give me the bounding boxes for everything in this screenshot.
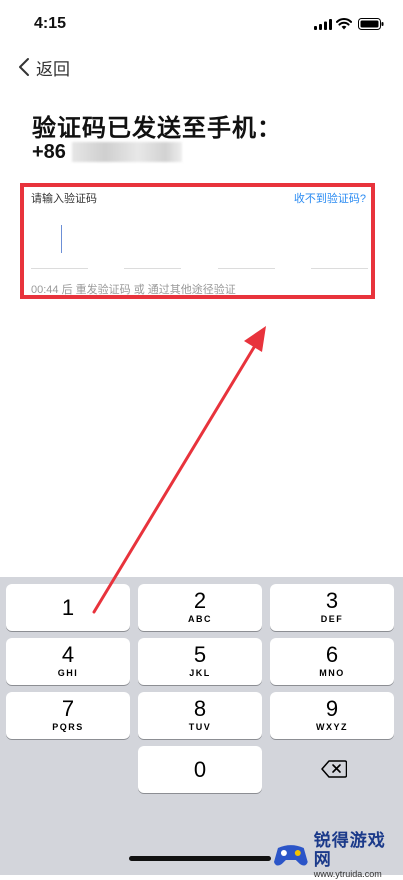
status-bar: 4:15 — [0, 0, 403, 46]
cellular-signal-icon — [314, 19, 332, 30]
watermark: 锐得游戏网 www.ytruida.com — [272, 831, 403, 879]
key-digit: 9 — [325, 696, 339, 721]
key-5[interactable]: 5 JKL — [138, 638, 262, 685]
key-digit: 1 — [61, 595, 75, 620]
backspace-icon — [321, 760, 347, 778]
key-digit: 6 — [325, 642, 339, 667]
key-2[interactable]: 2 ABC — [138, 584, 262, 631]
back-label: 返回 — [36, 59, 70, 79]
phone-number: +86 — [32, 140, 182, 164]
watermark-url: www.ytruida.com — [313, 868, 382, 879]
code-input-label: 请输入验证码 — [31, 193, 97, 205]
key-letters: GHI — [57, 668, 79, 678]
code-digit-slot-1[interactable] — [31, 268, 88, 269]
wifi-icon — [336, 18, 352, 30]
no-code-help-link[interactable]: 收不到验证码? — [294, 190, 366, 206]
chevron-left-icon — [19, 58, 29, 76]
key-digit: 3 — [325, 588, 339, 613]
key-digit: 0 — [193, 757, 207, 782]
key-4[interactable]: 4 GHI — [6, 638, 130, 685]
status-time: 4:15 — [34, 15, 67, 32]
key-8[interactable]: 8 TUV — [138, 692, 262, 739]
key-letters: MNO — [319, 668, 345, 678]
key-digit: 5 — [193, 642, 207, 667]
key-3[interactable]: 3 DEF — [270, 584, 394, 631]
back-button[interactable]: 返回 — [16, 55, 70, 79]
key-7[interactable]: 7 PQRS — [6, 692, 130, 739]
battery-icon — [358, 18, 384, 30]
page-title: 验证码已发送至手机： — [32, 115, 282, 142]
key-digit: 2 — [193, 588, 207, 613]
key-letters: DEF — [320, 614, 344, 624]
key-letters: TUV — [188, 722, 212, 732]
key-digit: 8 — [193, 696, 207, 721]
key-letters: PQRS — [52, 722, 84, 732]
key-0[interactable]: 0 — [138, 746, 262, 793]
key-1[interactable]: 1 — [6, 584, 130, 631]
watermark-title: 锐得游戏网 — [313, 830, 386, 869]
key-letters: ABC — [188, 614, 212, 624]
code-digit-slot-2[interactable] — [124, 268, 181, 269]
key-9[interactable]: 9 WXYZ — [270, 692, 394, 739]
gamepad-logo-icon — [273, 845, 308, 866]
home-indicator[interactable] — [129, 856, 271, 861]
text-cursor — [61, 225, 62, 253]
code-digit-slot-3[interactable] — [218, 268, 275, 269]
key-digit: 4 — [61, 642, 75, 667]
delete-key[interactable] — [268, 753, 398, 785]
resend-countdown-text: 00:44 后 重发验证码 或 通过其他途径验证 — [31, 284, 236, 296]
phone-prefix: +86 — [32, 140, 66, 163]
key-letters: JKL — [189, 668, 211, 678]
key-letters: WXYZ — [316, 722, 348, 732]
code-digit-slot-4[interactable] — [311, 268, 368, 269]
key-digit: 7 — [61, 696, 75, 721]
key-6[interactable]: 6 MNO — [270, 638, 394, 685]
phone-number-redacted — [71, 142, 182, 162]
